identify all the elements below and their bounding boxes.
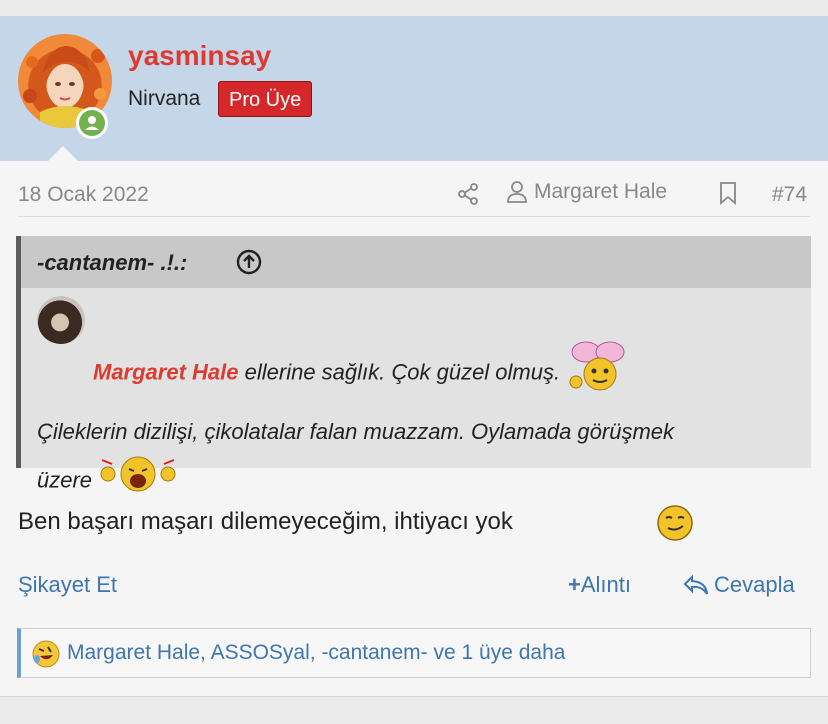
post-author-link[interactable]: Margaret Hale <box>506 180 667 204</box>
post-date[interactable]: 18 Ocak 2022 <box>18 183 149 207</box>
reply-button-label: Cevapla <box>714 572 795 597</box>
quote-button[interactable]: +Alıntı <box>568 572 631 598</box>
quote-avatar[interactable] <box>37 296 85 344</box>
reply-icon <box>683 574 708 595</box>
online-status-badge <box>76 107 108 139</box>
divider <box>0 696 828 697</box>
quote-block: -cantanem- .!.: Margaret Hale ellerine s… <box>16 236 811 492</box>
share-icon[interactable] <box>456 182 480 211</box>
reply-button[interactable]: Cevapla <box>682 572 795 598</box>
post-number[interactable]: #74 <box>772 183 807 207</box>
post: yasminsay Nirvana Pro Üye 18 Ocak 2022 M… <box>0 16 828 696</box>
bow-smiley-icon <box>566 338 630 409</box>
quote-header: -cantanem- .!.: <box>21 236 811 288</box>
message-text: Ben başarı maşarı dilemeyeceğim, ihtiyac… <box>18 508 513 535</box>
quote-text: Margaret Hale ellerine sağlık. Çok güzel… <box>37 338 807 509</box>
reactions-list: Margaret Hale, ASSOSyal, -cantanem- ve 1… <box>67 641 566 664</box>
user-title: Nirvana <box>128 87 201 110</box>
user-banner: Pro Üye <box>218 81 313 117</box>
username[interactable]: yasminsay <box>128 40 271 72</box>
post-user-header: yasminsay Nirvana Pro Üye <box>0 16 828 161</box>
quote-button-label: Alıntı <box>580 572 631 597</box>
post-author-name: Margaret Hale <box>534 180 668 203</box>
rofl-smiley-icon <box>31 639 61 674</box>
wink-smiley-icon <box>655 503 695 548</box>
plus-icon: + <box>568 572 581 597</box>
quote-mention[interactable]: Margaret Hale <box>93 359 239 384</box>
reactions-bar[interactable]: Margaret Hale, ASSOSyal, -cantanem- ve 1… <box>17 628 811 678</box>
quote-line-2: Çileklerin dizilişi, çikolatalar falan m… <box>37 419 675 444</box>
divider <box>18 216 810 217</box>
user-icon <box>507 181 527 203</box>
post-meta: 18 Ocak 2022 Margaret Hale #74 <box>0 161 828 221</box>
bookmark-icon[interactable] <box>718 181 738 210</box>
arrow-up-circle-icon[interactable] <box>235 248 263 281</box>
quote-line-3: üzere <box>37 454 807 509</box>
quote-text-line-1: ellerine sağlık. Çok güzel olmuş. <box>238 359 561 385</box>
quote-text-line-3: üzere <box>37 467 99 493</box>
laughing-smiley-icon <box>98 454 178 509</box>
report-link[interactable]: Şikayet Et <box>18 572 117 598</box>
quote-author[interactable]: -cantanem- .!.: <box>37 250 187 276</box>
header-arrow <box>48 146 78 161</box>
online-icon <box>79 110 105 136</box>
quote-line-1: Margaret Hale ellerine sağlık. Çok güzel… <box>37 338 807 409</box>
